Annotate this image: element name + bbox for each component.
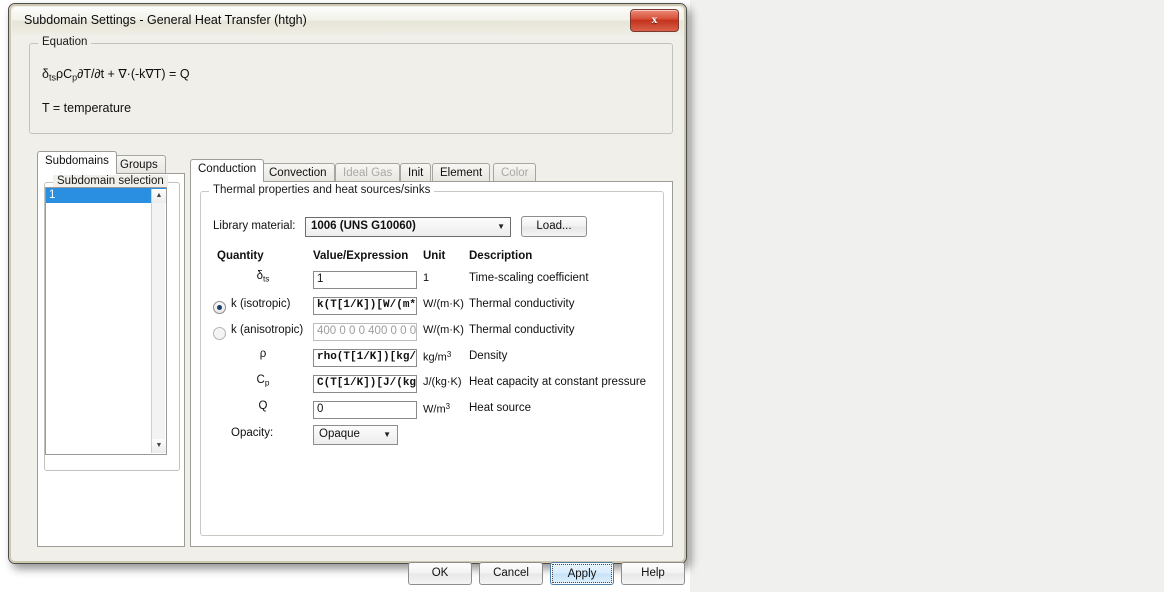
k-isotropic-radio[interactable]: [213, 301, 226, 314]
k-isotropic-label: k (isotropic): [231, 298, 291, 310]
close-button[interactable]: x: [630, 9, 679, 32]
thermal-properties-group: Thermal properties and heat sources/sink…: [200, 184, 665, 536]
tab-groups[interactable]: Groups: [112, 155, 166, 174]
list-item[interactable]: 1: [46, 188, 166, 203]
equation-group: Equation δtsρCp∂T/∂t + ∇·(-k∇T) = Q T = …: [29, 36, 673, 134]
header-value: Value/Expression: [313, 250, 409, 262]
screen: ▸: [0, 0, 1164, 592]
close-icon: x: [651, 12, 658, 26]
tab-color: Color: [493, 163, 537, 182]
table-row: k (isotropic) k(T[1/K])[W/(m*K)] W/(m·K)…: [201, 296, 665, 322]
subdomain-list-scrollbar[interactable]: ▲ ▼: [151, 189, 166, 453]
k-isotropic-value: k(T[1/K])[W/(m*K)]: [317, 299, 417, 311]
unit-label: 1: [423, 272, 430, 284]
dialog-titlebar[interactable]: Subdomain Settings - General Heat Transf…: [12, 7, 683, 35]
table-row: Q 0 W/m3 Heat source: [201, 400, 665, 426]
subdomain-list[interactable]: 1 ▲ ▼: [45, 187, 167, 455]
density-input[interactable]: rho(T[1/K])[kg/m^3]: [313, 349, 417, 367]
chevron-down-icon: ▼: [497, 222, 505, 231]
apply-button[interactable]: Apply: [550, 562, 614, 585]
library-material-dropdown[interactable]: 1006 (UNS G10060) ▼: [305, 217, 511, 237]
table-row: Cp C(T[1/K])[J/(kg*K)] J/(kg·K) Heat cap…: [201, 374, 665, 400]
dialog-body: Equation δtsρCp∂T/∂t + ∇·(-k∇T) = Q T = …: [12, 35, 685, 585]
k-anisotropic-value: 400 0 0 0 400 0 0 0 400: [317, 325, 417, 337]
header-quantity: Quantity: [217, 250, 264, 262]
tab-conduction[interactable]: Conduction: [190, 159, 265, 182]
help-button[interactable]: Help: [621, 562, 685, 585]
opacity-label: Opacity:: [231, 427, 274, 439]
tab-element[interactable]: Element: [432, 163, 491, 182]
k-anisotropic-radio[interactable]: [213, 327, 226, 340]
left-tabstrip: Subdomains Groups: [37, 151, 185, 174]
tab-init[interactable]: Init: [400, 163, 432, 182]
heat-capacity-input[interactable]: C(T[1/K])[J/(kg*K)]: [313, 375, 417, 393]
header-unit: Unit: [423, 250, 446, 262]
equation-expression: δtsρCp∂T/∂t + ∇·(-k∇T) = Q: [42, 67, 190, 83]
description-label: Thermal conductivity: [469, 298, 575, 310]
quantity-symbol: δts: [256, 270, 270, 284]
quantity-symbol: Cp: [256, 374, 270, 388]
delta-ts-value: 1: [317, 273, 324, 285]
description-label: Time-scaling coefficient: [469, 272, 589, 284]
scroll-down-arrow-icon[interactable]: ▼: [152, 439, 166, 453]
opacity-value: Opaque: [319, 428, 360, 440]
heat-source-value: 0: [317, 403, 324, 415]
library-material-value: 1006 (UNS G10060): [311, 220, 416, 232]
scroll-up-arrow-icon[interactable]: ▲: [152, 189, 166, 203]
ok-button[interactable]: OK: [408, 562, 472, 585]
density-value: rho(T[1/K])[kg/m^3]: [317, 351, 417, 363]
description-label: Thermal conductivity: [469, 324, 575, 336]
unit-label: kg/m3: [423, 350, 452, 364]
tab-convection[interactable]: Convection: [261, 163, 335, 182]
subdomain-settings-dialog: Subdomain Settings - General Heat Transf…: [8, 3, 687, 585]
library-material-label: Library material:: [213, 220, 296, 232]
equation-group-title: Equation: [38, 36, 92, 48]
load-button[interactable]: Load...: [521, 216, 587, 237]
table-row: k (anisotropic) 400 0 0 0 400 0 0 0 400 …: [201, 322, 665, 348]
subdomain-selection-title: Subdomain selection: [53, 175, 168, 187]
quantity-symbol: ρ: [259, 348, 267, 360]
heat-capacity-value: C(T[1/K])[J/(kg*K)]: [317, 377, 417, 389]
description-label: Density: [469, 350, 508, 362]
unit-label: W/m3: [423, 402, 451, 416]
heat-source-input[interactable]: 0: [313, 401, 417, 419]
opacity-dropdown[interactable]: Opaque ▼: [313, 425, 398, 445]
unit-label: W/(m·K): [423, 324, 464, 336]
apply-button-label: Apply: [552, 564, 612, 583]
background-application-window: ▸: [690, 0, 1164, 592]
table-row: δts 1 1 Time-scaling coefficient: [201, 270, 665, 296]
equation-legend: T = temperature: [42, 101, 132, 115]
description-label: Heat source: [469, 402, 532, 414]
cancel-button[interactable]: Cancel: [479, 562, 543, 585]
thermal-properties-title: Thermal properties and heat sources/sink…: [209, 184, 435, 196]
table-row: ρ rho(T[1/K])[kg/m^3] kg/m3 Density: [201, 348, 665, 374]
k-anisotropic-input[interactable]: 400 0 0 0 400 0 0 0 400: [313, 323, 417, 341]
tab-subdomains[interactable]: Subdomains: [37, 151, 117, 174]
table-row: Opacity: Opaque ▼: [201, 425, 665, 451]
subdomains-pane: Subdomain selection 1 ▲ ▼ Group: ▼ Selec…: [37, 173, 185, 547]
right-tabstrip: Conduction Convection Ideal Gas Init Ele…: [190, 159, 690, 182]
unit-label: W/(m·K): [423, 298, 464, 310]
delta-ts-input[interactable]: 1: [313, 271, 417, 289]
k-isotropic-input[interactable]: k(T[1/K])[W/(m*K)]: [313, 297, 417, 315]
header-description: Description: [469, 250, 533, 262]
unit-label: J/(kg·K): [423, 376, 462, 388]
k-anisotropic-label: k (anisotropic): [231, 324, 304, 336]
chevron-down-icon: ▼: [383, 430, 391, 439]
tab-ideal-gas: Ideal Gas: [335, 163, 401, 182]
quantity-symbol: Q: [258, 400, 268, 412]
conduction-pane: Thermal properties and heat sources/sink…: [190, 181, 673, 547]
dialog-title: Subdomain Settings - General Heat Transf…: [24, 13, 307, 27]
description-label: Heat capacity at constant pressure: [469, 376, 647, 388]
